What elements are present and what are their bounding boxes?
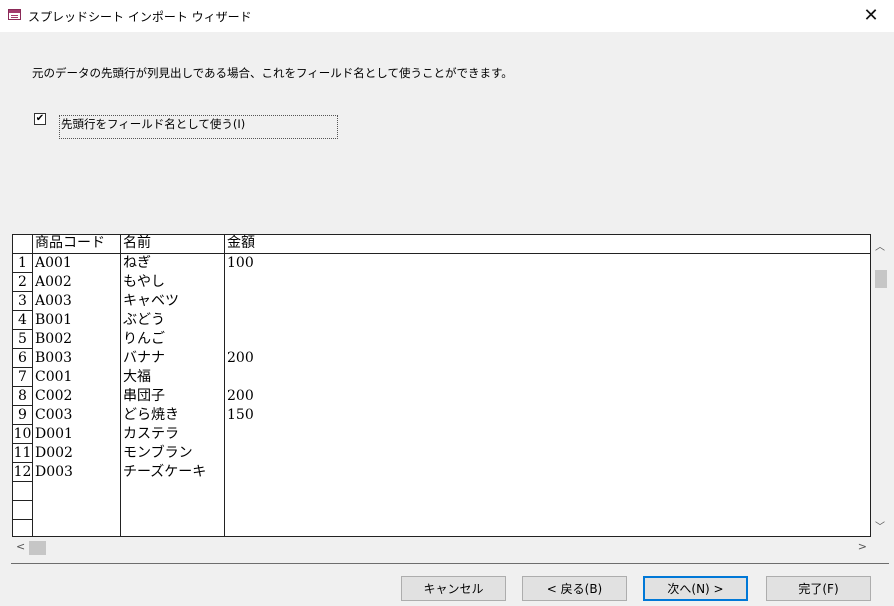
cell-code: C001 xyxy=(35,369,73,385)
row-number xyxy=(13,482,32,501)
column-header-price[interactable]: 金額 xyxy=(226,235,255,253)
cell-price xyxy=(226,444,227,463)
cell-name: モンブラン xyxy=(123,445,193,461)
back-button[interactable]: < 戻る(B) xyxy=(522,576,627,601)
horizontal-scrollbar[interactable]: < > xyxy=(12,538,871,556)
cell-name: カステラ xyxy=(123,426,179,442)
cell-name: どら焼き xyxy=(123,407,179,423)
divider xyxy=(11,563,889,564)
row-number: 3 xyxy=(13,292,32,311)
column-header-name[interactable]: 名前 xyxy=(122,235,151,253)
row-number: 9 xyxy=(13,406,32,425)
horizontal-scroll-thumb[interactable] xyxy=(29,541,46,555)
vertical-scrollbar[interactable]: ︿ ﹀ xyxy=(871,234,889,537)
cell-name: りんご xyxy=(123,331,165,347)
cell-price xyxy=(226,463,227,482)
row-number xyxy=(13,501,32,520)
preview-grid[interactable]: 商品コード 名前 金額 1 A001 ねぎ 100 2 A002 もやし 3 A003 キャベツ 4 B00… xyxy=(12,234,871,537)
scroll-up-icon[interactable]: ︿ xyxy=(871,238,889,253)
column-header-code[interactable]: 商品コード xyxy=(34,235,105,253)
row-number: 12 xyxy=(13,464,32,482)
cell-code: C002 xyxy=(35,388,73,404)
cell-price: 200 xyxy=(227,350,254,366)
close-icon: ✕ xyxy=(863,5,879,26)
close-button[interactable]: ✕ xyxy=(848,0,894,31)
row-number: 8 xyxy=(13,387,32,406)
cell-code: D003 xyxy=(35,464,73,480)
cell-code: D002 xyxy=(35,445,73,461)
scroll-right-icon[interactable]: > xyxy=(858,540,867,553)
cell-name: バナナ xyxy=(123,350,165,366)
cell-name: 大福 xyxy=(123,369,151,385)
row-number: 5 xyxy=(13,330,32,349)
cell-name: ぶどう xyxy=(123,312,165,328)
wizard-description: 元のデータの先頭行が列見出しである場合、これをフィールド名として使うことができま… xyxy=(32,66,513,80)
scroll-left-icon[interactable]: < xyxy=(16,540,25,553)
first-row-checkbox-label[interactable]: 先頭行をフィールド名として使う(I) xyxy=(59,115,338,139)
cell-code: B003 xyxy=(35,350,73,366)
row-number xyxy=(13,520,32,536)
row-number: 10 xyxy=(13,426,32,444)
cell-name: 串団子 xyxy=(123,388,165,404)
row-number: 4 xyxy=(13,311,32,330)
cell-code: A002 xyxy=(35,274,72,290)
cell-price xyxy=(226,425,227,444)
first-row-checkbox[interactable]: ✔ xyxy=(34,113,46,125)
row-number: 7 xyxy=(13,368,32,387)
row-number: 6 xyxy=(13,349,32,368)
cell-name: もやし xyxy=(123,274,165,290)
cell-price xyxy=(226,273,227,292)
cell-code: A003 xyxy=(35,293,72,309)
cell-price: 100 xyxy=(227,255,254,271)
row-number: 1 xyxy=(13,254,32,273)
cell-price xyxy=(226,311,227,330)
cell-code: D001 xyxy=(35,426,73,442)
finish-button[interactable]: 完了(F) xyxy=(766,576,871,601)
cell-price xyxy=(226,292,227,311)
app-icon xyxy=(8,9,21,20)
cell-code: C003 xyxy=(35,407,73,423)
cell-code: B002 xyxy=(35,331,73,347)
cell-name: チーズケーキ xyxy=(123,464,207,480)
row-number: 2 xyxy=(13,273,32,292)
cell-price: 150 xyxy=(227,407,254,423)
window-title: スプレッドシート インポート ウィザード xyxy=(28,10,252,24)
title-bar: スプレッドシート インポート ウィザード ✕ xyxy=(0,0,894,32)
cell-name: ねぎ xyxy=(123,255,151,271)
row-number: 11 xyxy=(13,445,32,463)
next-button[interactable]: 次へ(N) > xyxy=(643,576,748,601)
checkbox-check-icon: ✔ xyxy=(35,113,45,124)
cell-price: 200 xyxy=(227,388,254,404)
cancel-button[interactable]: キャンセル xyxy=(401,576,506,601)
cell-code: B001 xyxy=(35,312,73,328)
cell-price xyxy=(226,368,227,387)
cell-code: A001 xyxy=(35,255,72,271)
cell-price xyxy=(226,330,227,349)
scroll-down-icon[interactable]: ﹀ xyxy=(871,518,889,533)
cell-name: キャベツ xyxy=(123,293,179,309)
vertical-scroll-thumb[interactable] xyxy=(875,270,887,288)
